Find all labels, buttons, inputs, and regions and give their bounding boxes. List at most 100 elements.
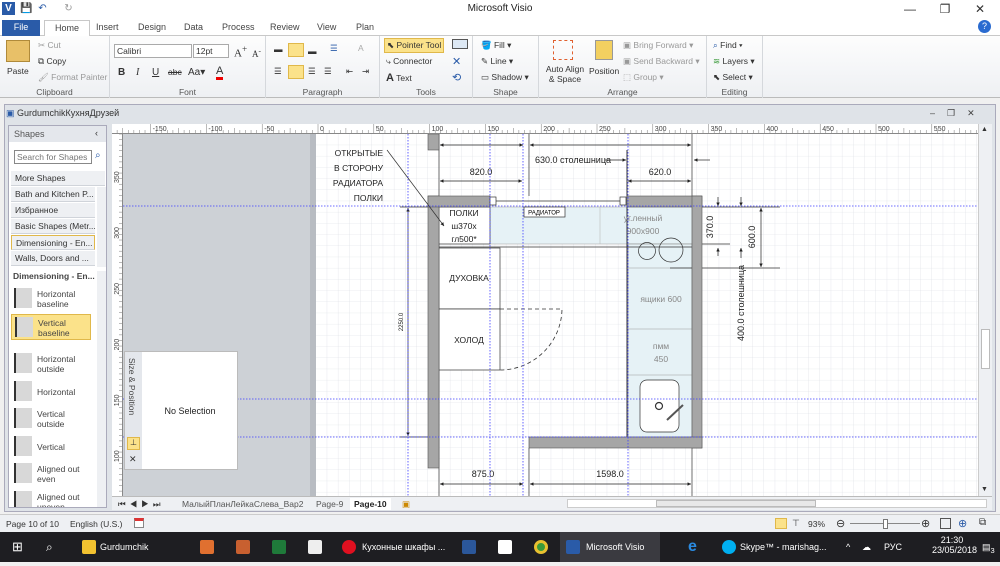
cut-button[interactable]: ✂ Cut xyxy=(38,40,61,51)
minimize-button[interactable]: — xyxy=(895,2,925,16)
paste-icon[interactable] xyxy=(6,40,30,62)
text-direction-button[interactable]: A xyxy=(358,43,364,53)
page-tab[interactable]: Page-9 xyxy=(312,498,347,510)
close-shape-icon[interactable]: ✕ xyxy=(452,55,461,68)
pan-zoom-icon[interactable]: ⊕ xyxy=(958,517,967,530)
auto-align-button[interactable]: Auto Align & Space xyxy=(543,64,587,84)
stencil-item[interactable]: Walls, Doors and ... xyxy=(11,251,95,266)
paste-button[interactable]: Paste xyxy=(7,66,29,76)
macro-icon[interactable] xyxy=(134,518,144,528)
stencil-item[interactable]: Bath and Kitchen P... xyxy=(11,187,95,202)
app-icon[interactable] xyxy=(236,540,250,554)
scroll-down-icon[interactable]: ▼ xyxy=(981,486,988,493)
page-tab-active[interactable]: Page-10 xyxy=(350,498,391,510)
stencil-item-active[interactable]: Dimensioning - En... xyxy=(11,235,95,250)
master-aligned-out-even[interactable]: Aligned out even xyxy=(11,461,99,487)
tab-review[interactable]: Review xyxy=(260,20,310,36)
tab-view[interactable]: View xyxy=(307,20,346,36)
position-button[interactable]: Position xyxy=(589,66,619,76)
page-nav-buttons[interactable]: ⏮◀▶⏭ xyxy=(114,498,168,510)
search-icon[interactable]: ⌕ xyxy=(46,532,53,562)
store-icon[interactable] xyxy=(308,540,322,554)
drawing-canvas[interactable]: РАДИАТОР ОТКРЫТЫЕ В СТОРОНУ РАДИАТОРА ПО… xyxy=(123,134,978,496)
tab-home[interactable]: Home xyxy=(44,20,91,37)
tab-insert[interactable]: Insert xyxy=(86,20,129,36)
presentation-mode-icon[interactable]: ⊤ xyxy=(792,518,800,529)
page-number-status[interactable]: Page 10 of 10 xyxy=(6,519,59,529)
master-vertical-baseline[interactable]: Vertical baseline xyxy=(11,314,91,340)
group-button[interactable]: ⬚ Group ▾ xyxy=(623,72,664,83)
zoom-in-icon[interactable]: ⊕ xyxy=(921,517,930,530)
shadow-button[interactable]: ▭ Shadow ▾ xyxy=(481,72,529,83)
master-vertical-outside[interactable]: Vertical outside xyxy=(11,406,99,432)
fit-page-view-icon[interactable] xyxy=(775,518,787,529)
italic-button[interactable]: I xyxy=(136,67,139,78)
network-icon[interactable]: ☁ xyxy=(862,532,871,562)
strikethrough-button[interactable]: abc xyxy=(168,67,182,77)
master-horizontal[interactable]: Horizontal xyxy=(11,379,99,405)
mail-icon[interactable] xyxy=(498,540,512,554)
tab-design[interactable]: Design xyxy=(128,20,176,36)
align-top-button[interactable]: ▬ xyxy=(274,44,283,54)
tray-chevron-icon[interactable]: ^ xyxy=(846,532,850,562)
decrease-indent-button[interactable]: ⇤ xyxy=(346,66,353,77)
close-button[interactable]: ✕ xyxy=(965,2,995,16)
find-button[interactable]: ⌕ Find ▾ xyxy=(713,40,743,51)
clock[interactable]: 21:30 23/05/2018 xyxy=(932,535,977,555)
pin-icon[interactable]: ⊥ xyxy=(127,437,140,450)
shrink-font-button[interactable]: A- xyxy=(252,46,261,59)
connector-button[interactable]: ⤷ Connector xyxy=(386,56,432,67)
document-window-controls[interactable]: –❐✕ xyxy=(930,108,987,119)
master-aligned-out-uneven[interactable]: Aligned out uneven xyxy=(11,489,99,507)
text-tool-button[interactable]: A Text xyxy=(386,72,412,84)
horizontal-scroll-thumb[interactable] xyxy=(656,500,816,507)
restore-button[interactable]: ❐ xyxy=(930,2,960,16)
vertical-scrollbar[interactable]: ▲ ▼ xyxy=(978,124,992,496)
chrome-icon[interactable] xyxy=(534,540,548,554)
collapse-icon[interactable]: ‹ xyxy=(95,128,98,138)
copy-button[interactable]: ⧉ Copy xyxy=(38,56,66,67)
align-middle-button[interactable] xyxy=(288,43,304,57)
font-name-select[interactable]: Calibri xyxy=(114,44,192,58)
line-button[interactable]: ✎ Line ▾ xyxy=(481,56,513,67)
start-button[interactable]: ⊞ xyxy=(12,532,23,562)
scroll-up-icon[interactable]: ▲ xyxy=(981,126,988,133)
taskbar-item-visio[interactable]: Microsoft Visio xyxy=(586,532,644,562)
master-vertical[interactable]: Vertical xyxy=(11,434,99,460)
master-horizontal-outside[interactable]: Horizontal outside xyxy=(11,351,99,377)
align-left-button[interactable]: ☰ xyxy=(274,66,282,77)
send-backward-button[interactable]: ▣ Send Backward ▾ xyxy=(623,56,700,67)
help-icon[interactable]: ? xyxy=(978,20,991,33)
more-shapes-item[interactable]: More Shapes xyxy=(11,171,105,186)
align-right-button[interactable]: ☰ xyxy=(308,66,316,77)
bold-button[interactable]: B xyxy=(118,67,125,78)
select-button[interactable]: ⬉ Select ▾ xyxy=(713,72,753,83)
notifications-icon[interactable]: ▤3 xyxy=(982,532,995,562)
stencil-item[interactable]: Избранное xyxy=(11,203,95,218)
masters-scrollbar[interactable] xyxy=(97,271,106,507)
grow-font-button[interactable]: A+ xyxy=(234,44,247,60)
switch-windows-icon[interactable]: ⧉ xyxy=(979,517,986,528)
stencil-item[interactable]: Basic Shapes (Metr... xyxy=(11,219,95,234)
justify-button[interactable]: ☰ xyxy=(324,66,332,77)
layers-button[interactable]: ≋ Layers ▾ xyxy=(713,56,755,67)
taskbar-item-skype[interactable]: Skype™ - marishag... xyxy=(740,532,827,562)
excel-icon[interactable] xyxy=(272,540,286,554)
taskbar-item-gurdumchik[interactable]: Gurdumchik xyxy=(100,532,149,562)
search-shapes-input[interactable] xyxy=(14,150,92,164)
fill-button[interactable]: 🪣 Fill ▾ xyxy=(481,40,511,51)
insert-page-icon[interactable]: ▣ xyxy=(398,498,414,510)
rectangle-tool-button[interactable] xyxy=(452,39,468,49)
vertical-scroll-thumb[interactable] xyxy=(981,329,990,369)
zoom-slider-thumb[interactable] xyxy=(883,519,888,529)
master-horizontal-baseline[interactable]: Horizontal baseline xyxy=(11,286,99,312)
horizontal-scrollbar[interactable] xyxy=(567,499,987,508)
app-icon[interactable] xyxy=(200,540,214,554)
tab-plan[interactable]: Plan xyxy=(346,20,384,36)
word-icon[interactable] xyxy=(462,540,476,554)
zoom-out-icon[interactable]: ⊖ xyxy=(836,517,845,530)
bullets-button[interactable]: ☰ xyxy=(330,43,338,54)
align-center-button[interactable] xyxy=(288,65,304,79)
connection-point-icon[interactable]: ⟲ xyxy=(452,71,461,84)
edge-icon[interactable]: e xyxy=(688,532,697,562)
